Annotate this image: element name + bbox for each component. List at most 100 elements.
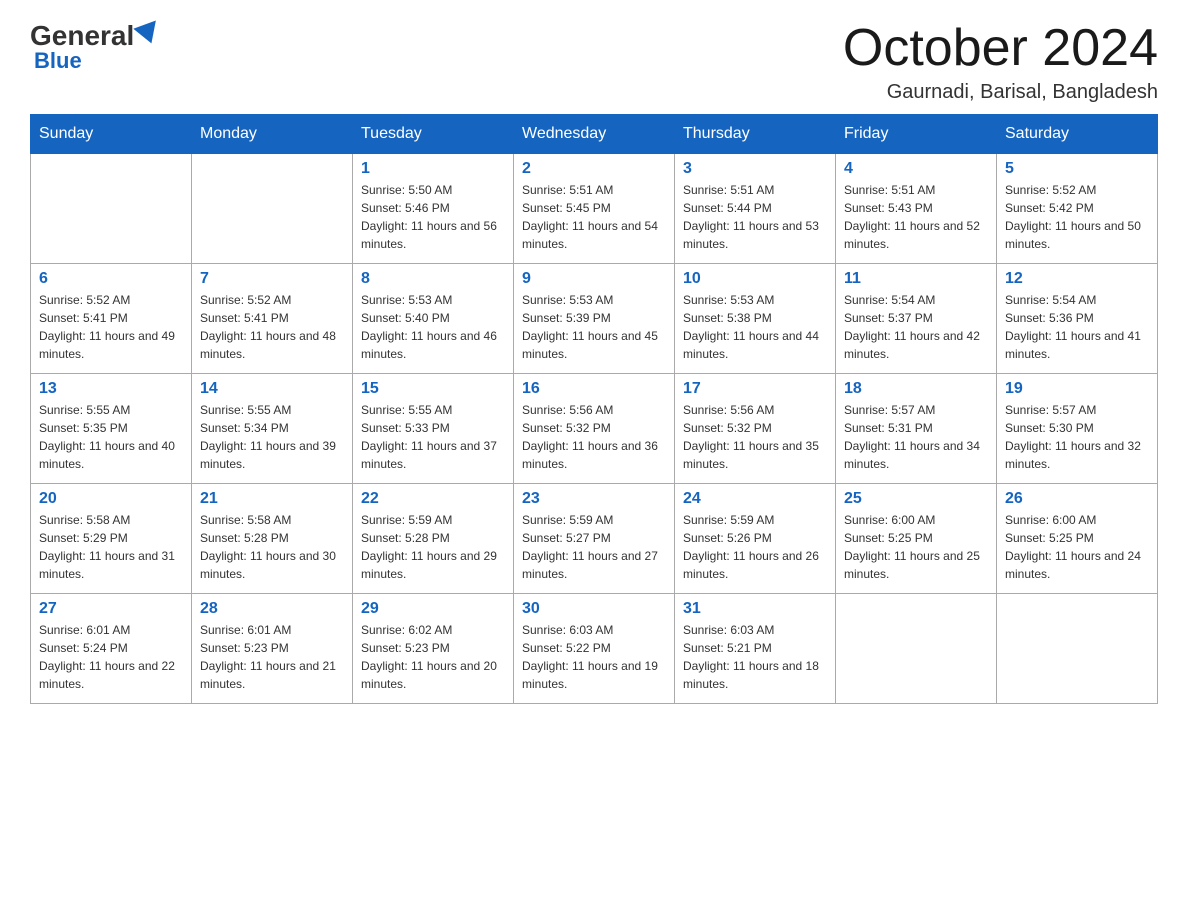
weekday-header-wednesday: Wednesday — [514, 115, 675, 154]
day-number: 23 — [522, 490, 666, 508]
calendar-cell: 25Sunrise: 6:00 AMSunset: 5:25 PMDayligh… — [836, 484, 997, 594]
day-info: Sunrise: 6:03 AMSunset: 5:21 PMDaylight:… — [683, 621, 827, 693]
day-info: Sunrise: 6:01 AMSunset: 5:24 PMDaylight:… — [39, 621, 183, 693]
day-info: Sunrise: 5:58 AMSunset: 5:29 PMDaylight:… — [39, 511, 183, 583]
day-info: Sunrise: 5:54 AMSunset: 5:36 PMDaylight:… — [1005, 291, 1149, 363]
logo: General Blue — [30, 20, 160, 74]
day-info: Sunrise: 6:02 AMSunset: 5:23 PMDaylight:… — [361, 621, 505, 693]
day-number: 17 — [683, 380, 827, 398]
day-info: Sunrise: 5:56 AMSunset: 5:32 PMDaylight:… — [522, 401, 666, 473]
day-number: 18 — [844, 380, 988, 398]
calendar-cell: 17Sunrise: 5:56 AMSunset: 5:32 PMDayligh… — [675, 374, 836, 484]
calendar-cell: 3 Sunrise: 5:51 AMSunset: 5:44 PMDaylight… — [675, 154, 836, 264]
day-info: Sunrise: 5:52 AMSunset: 5:42 PMDaylight:… — [1005, 181, 1149, 253]
day-info: Sunrise: 5:53 AMSunset: 5:39 PMDaylight:… — [522, 291, 666, 363]
day-number: 9 — [522, 270, 666, 288]
day-number: 14 — [200, 380, 344, 398]
calendar-cell: 12 Sunrise: 5:54 AMSunset: 5:36 PMDayligh… — [997, 264, 1158, 374]
day-info: Sunrise: 6:03 AMSunset: 5:22 PMDaylight:… — [522, 621, 666, 693]
weekday-header-sunday: Sunday — [31, 115, 192, 154]
calendar-cell: 14 Sunrise: 5:55 AMSunset: 5:34 PMDayligh… — [192, 374, 353, 484]
weekday-header-saturday: Saturday — [997, 115, 1158, 154]
day-info: Sunrise: 5:51 AMSunset: 5:44 PMDaylight:… — [683, 181, 827, 253]
calendar-cell: 1 Sunrise: 5:50 AMSunset: 5:46 PMDaylight… — [353, 154, 514, 264]
day-number: 19 — [1005, 380, 1149, 398]
calendar-cell: 9 Sunrise: 5:53 AMSunset: 5:39 PMDaylight… — [514, 264, 675, 374]
calendar-week-1: 1 Sunrise: 5:50 AMSunset: 5:46 PMDaylight… — [31, 154, 1158, 264]
day-number: 15 — [361, 380, 505, 398]
calendar-cell: 23 Sunrise: 5:59 AMSunset: 5:27 PMDayligh… — [514, 484, 675, 594]
location-text: Gaurnadi, Barisal, Bangladesh — [843, 81, 1158, 104]
day-number: 5 — [1005, 160, 1149, 178]
calendar-cell — [31, 154, 192, 264]
calendar-cell: 21 Sunrise: 5:58 AMSunset: 5:28 PMDayligh… — [192, 484, 353, 594]
day-number: 12 — [1005, 270, 1149, 288]
weekday-header-tuesday: Tuesday — [353, 115, 514, 154]
calendar-cell: 31Sunrise: 6:03 AMSunset: 5:21 PMDayligh… — [675, 594, 836, 704]
day-number: 21 — [200, 490, 344, 508]
calendar-cell: 8Sunrise: 5:53 AMSunset: 5:40 PMDaylight… — [353, 264, 514, 374]
day-info: Sunrise: 5:53 AMSunset: 5:38 PMDaylight:… — [683, 291, 827, 363]
day-number: 22 — [361, 490, 505, 508]
calendar-cell — [997, 594, 1158, 704]
logo-blue-text: Blue — [30, 48, 82, 74]
day-info: Sunrise: 5:52 AMSunset: 5:41 PMDaylight:… — [200, 291, 344, 363]
day-info: Sunrise: 6:01 AMSunset: 5:23 PMDaylight:… — [200, 621, 344, 693]
day-number: 7 — [200, 270, 344, 288]
day-number: 29 — [361, 600, 505, 618]
day-number: 10 — [683, 270, 827, 288]
day-number: 3 — [683, 160, 827, 178]
calendar-cell — [836, 594, 997, 704]
calendar-cell — [192, 154, 353, 264]
weekday-header-friday: Friday — [836, 115, 997, 154]
day-info: Sunrise: 5:55 AMSunset: 5:33 PMDaylight:… — [361, 401, 505, 473]
calendar-cell: 18 Sunrise: 5:57 AMSunset: 5:31 PMDayligh… — [836, 374, 997, 484]
day-info: Sunrise: 5:59 AMSunset: 5:26 PMDaylight:… — [683, 511, 827, 583]
day-number: 1 — [361, 160, 505, 178]
calendar-week-2: 6 Sunrise: 5:52 AMSunset: 5:41 PMDaylight… — [31, 264, 1158, 374]
day-info: Sunrise: 5:55 AMSunset: 5:34 PMDaylight:… — [200, 401, 344, 473]
calendar-cell: 27 Sunrise: 6:01 AMSunset: 5:24 PMDayligh… — [31, 594, 192, 704]
title-section: October 2024 Gaurnadi, Barisal, Banglade… — [843, 20, 1158, 104]
calendar-cell: 16 Sunrise: 5:56 AMSunset: 5:32 PMDayligh… — [514, 374, 675, 484]
calendar-cell: 28 Sunrise: 6:01 AMSunset: 5:23 PMDayligh… — [192, 594, 353, 704]
calendar-cell: 15 Sunrise: 5:55 AMSunset: 5:33 PMDayligh… — [353, 374, 514, 484]
day-info: Sunrise: 5:51 AMSunset: 5:43 PMDaylight:… — [844, 181, 988, 253]
day-number: 27 — [39, 600, 183, 618]
day-number: 16 — [522, 380, 666, 398]
calendar-header-row: SundayMondayTuesdayWednesdayThursdayFrid… — [31, 115, 1158, 154]
day-info: Sunrise: 5:59 AMSunset: 5:28 PMDaylight:… — [361, 511, 505, 583]
calendar-cell: 22 Sunrise: 5:59 AMSunset: 5:28 PMDayligh… — [353, 484, 514, 594]
day-number: 30 — [522, 600, 666, 618]
calendar-cell: 30 Sunrise: 6:03 AMSunset: 5:22 PMDayligh… — [514, 594, 675, 704]
day-info: Sunrise: 5:51 AMSunset: 5:45 PMDaylight:… — [522, 181, 666, 253]
day-number: 11 — [844, 270, 988, 288]
day-number: 28 — [200, 600, 344, 618]
calendar-cell: 10 Sunrise: 5:53 AMSunset: 5:38 PMDayligh… — [675, 264, 836, 374]
day-info: Sunrise: 6:00 AMSunset: 5:25 PMDaylight:… — [1005, 511, 1149, 583]
month-title: October 2024 — [843, 20, 1158, 77]
weekday-header-monday: Monday — [192, 115, 353, 154]
day-info: Sunrise: 5:59 AMSunset: 5:27 PMDaylight:… — [522, 511, 666, 583]
calendar-week-4: 20Sunrise: 5:58 AMSunset: 5:29 PMDayligh… — [31, 484, 1158, 594]
calendar-table: SundayMondayTuesdayWednesdayThursdayFrid… — [30, 114, 1158, 704]
page-header: General Blue October 2024 Gaurnadi, Bari… — [30, 20, 1158, 104]
day-info: Sunrise: 5:57 AMSunset: 5:31 PMDaylight:… — [844, 401, 988, 473]
day-info: Sunrise: 5:53 AMSunset: 5:40 PMDaylight:… — [361, 291, 505, 363]
day-number: 26 — [1005, 490, 1149, 508]
calendar-cell: 13Sunrise: 5:55 AMSunset: 5:35 PMDayligh… — [31, 374, 192, 484]
calendar-cell: 6Sunrise: 5:52 AMSunset: 5:41 PMDaylight… — [31, 264, 192, 374]
calendar-cell: 4 Sunrise: 5:51 AMSunset: 5:43 PMDaylight… — [836, 154, 997, 264]
day-number: 6 — [39, 270, 183, 288]
calendar-cell: 20Sunrise: 5:58 AMSunset: 5:29 PMDayligh… — [31, 484, 192, 594]
day-number: 4 — [844, 160, 988, 178]
day-info: Sunrise: 5:58 AMSunset: 5:28 PMDaylight:… — [200, 511, 344, 583]
day-number: 13 — [39, 380, 183, 398]
day-number: 24 — [683, 490, 827, 508]
weekday-header-thursday: Thursday — [675, 115, 836, 154]
calendar-cell: 11 Sunrise: 5:54 AMSunset: 5:37 PMDayligh… — [836, 264, 997, 374]
calendar-cell: 29 Sunrise: 6:02 AMSunset: 5:23 PMDayligh… — [353, 594, 514, 704]
logo-triangle-icon — [134, 20, 163, 47]
day-info: Sunrise: 5:54 AMSunset: 5:37 PMDaylight:… — [844, 291, 988, 363]
day-info: Sunrise: 5:50 AMSunset: 5:46 PMDaylight:… — [361, 181, 505, 253]
